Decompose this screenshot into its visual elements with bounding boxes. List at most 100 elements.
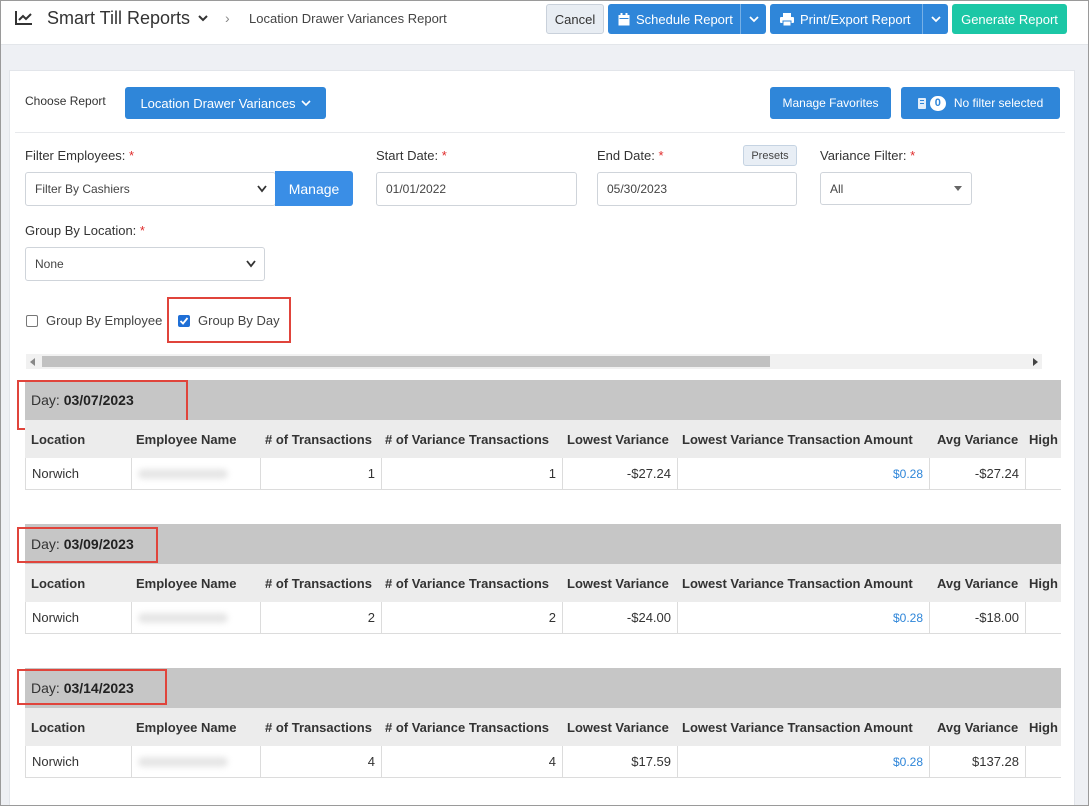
end-date-input[interactable]: 05/30/2023 [597, 172, 797, 206]
chevron-down-icon[interactable] [197, 12, 209, 24]
cell-variance-transactions: 1 [382, 458, 563, 489]
day-header: Day: 03/14/2023 [25, 668, 1061, 708]
chevron-down-icon [246, 260, 256, 268]
filter-icon [917, 97, 926, 109]
required-mark: * [139, 223, 145, 238]
column-header-transactions: # of Transactions [265, 720, 372, 735]
app-title: Smart Till Reports [47, 8, 191, 28]
filter-status-button[interactable]: 0 No filter selected [901, 87, 1060, 119]
table-row: Norwich 2 2 -$24.00 $0.28 -$18.00 [25, 602, 1061, 634]
group-by-location-select[interactable]: None [25, 247, 265, 281]
end-date-label: End Date: * [597, 148, 664, 163]
column-header-row: Location Employee Name # of Transactions… [25, 564, 1061, 602]
cell-location: Norwich [26, 458, 132, 489]
group-by-employee-checkbox[interactable]: Group By Employee [26, 313, 162, 328]
lowest-amount-link[interactable]: $0.28 [893, 611, 923, 625]
end-date-label-text: End Date: [597, 148, 655, 163]
filter-employees-select[interactable]: Filter By Cashiers [25, 172, 276, 206]
table-row: Norwich 1 1 -$27.24 $0.28 -$27.24 [25, 458, 1061, 490]
chevron-down-icon [748, 16, 759, 23]
required-mark: * [910, 148, 916, 163]
breadcrumb-separator-icon: › [225, 10, 230, 26]
column-header-location: Location [31, 432, 86, 447]
column-header-high: High [1029, 576, 1058, 591]
column-header-lowest-variance: Lowest Variance [567, 576, 669, 591]
cell-transactions: 2 [261, 602, 382, 633]
group-by-location-label-text: Group By Location: [25, 223, 137, 238]
print-export-label: Print/Export Report [800, 11, 911, 27]
redacted-name [138, 468, 228, 479]
cell-lowest-variance: $17.59 [563, 746, 678, 777]
column-header-avg-variance: Avg Variance [937, 576, 1019, 591]
lowest-amount-link[interactable]: $0.28 [893, 467, 923, 481]
column-header-lowest-variance: Lowest Variance [567, 720, 669, 735]
scroll-right-icon[interactable] [1033, 358, 1038, 366]
generate-report-button[interactable]: Generate Report [952, 4, 1067, 34]
cell-lowest-amount: $0.28 [678, 602, 930, 633]
cell-avg-variance: $137.28 [930, 746, 1026, 777]
column-header-row: Location Employee Name # of Transactions… [25, 708, 1061, 746]
highlight-box [17, 669, 167, 705]
column-header-lowest-amount: Lowest Variance Transaction Amount [682, 720, 913, 735]
manage-favorites-button[interactable]: Manage Favorites [770, 87, 891, 119]
group-by-location-label: Group By Location: * [25, 223, 145, 238]
cell-location: Norwich [26, 746, 132, 777]
caret-down-icon [954, 186, 962, 191]
cell-lowest-variance: -$24.00 [563, 602, 678, 633]
redacted-name [138, 612, 228, 623]
start-date-label-text: Start Date: [376, 148, 439, 163]
column-header-lowest-variance: Lowest Variance [567, 432, 669, 447]
app-window: Smart Till Reports › Location Drawer Var… [0, 0, 1089, 806]
start-date-input[interactable]: 01/01/2022 [376, 172, 577, 206]
column-header-location: Location [31, 720, 86, 735]
column-header-employee: Employee Name [136, 576, 237, 591]
selected-report-label: Location Drawer Variances [140, 95, 296, 111]
cell-transactions: 4 [261, 746, 382, 777]
day-section: Day: 03/07/2023 Location Employee Name #… [17, 380, 1061, 492]
cell-variance-transactions: 2 [382, 602, 563, 633]
choose-report-dropdown[interactable]: Location Drawer Variances [125, 87, 326, 119]
column-header-variance-transactions: # of Variance Transactions [385, 576, 550, 591]
required-mark: * [658, 148, 664, 163]
cell-location: Norwich [26, 602, 132, 633]
manage-employees-button[interactable]: Manage [275, 171, 353, 206]
cancel-button[interactable]: Cancel [546, 4, 604, 34]
cell-employee [132, 746, 261, 777]
column-header-avg-variance: Avg Variance [937, 720, 1019, 735]
scroll-left-icon[interactable] [30, 358, 35, 366]
column-header-avg-variance: Avg Variance [937, 432, 1019, 447]
day-header: Day: 03/09/2023 [25, 524, 1061, 564]
printer-icon [780, 12, 794, 26]
schedule-dropdown-toggle[interactable] [740, 4, 766, 34]
redacted-name [138, 756, 228, 767]
filter-employees-label: Filter Employees: * [25, 148, 134, 163]
cell-lowest-amount: $0.28 [678, 746, 930, 777]
checkbox-unchecked-icon[interactable] [26, 314, 38, 327]
scrollbar-thumb[interactable] [42, 356, 770, 367]
start-date-label: Start Date: * [376, 148, 447, 163]
column-header-employee: Employee Name [136, 432, 237, 447]
day-section: Day: 03/14/2023 Location Employee Name #… [17, 668, 1061, 780]
chevron-down-icon [300, 100, 311, 107]
cell-avg-variance: -$27.24 [930, 458, 1026, 489]
filter-status-label: No filter selected [953, 96, 1044, 110]
print-export-button[interactable]: Print/Export Report [770, 4, 948, 34]
cell-employee [132, 602, 261, 633]
filter-employees-value: Filter By Cashiers [35, 182, 130, 196]
column-header-transactions: # of Transactions [265, 432, 372, 447]
schedule-report-button[interactable]: Schedule Report [608, 4, 766, 34]
column-header-location: Location [31, 576, 86, 591]
cell-lowest-amount: $0.28 [678, 458, 930, 489]
cell-lowest-variance: -$27.24 [563, 458, 678, 489]
choose-report-label: Choose Report [25, 94, 106, 108]
variance-filter-select[interactable]: All [820, 172, 972, 205]
presets-button[interactable]: Presets [743, 145, 797, 166]
column-header-lowest-amount: Lowest Variance Transaction Amount [682, 432, 913, 447]
lowest-amount-link[interactable]: $0.28 [893, 755, 923, 769]
variance-filter-value: All [830, 181, 844, 196]
column-header-transactions: # of Transactions [265, 576, 372, 591]
print-dropdown-toggle[interactable] [922, 4, 948, 34]
column-header-high: High [1029, 720, 1058, 735]
horizontal-scrollbar[interactable] [26, 354, 1042, 369]
group-by-employee-label: Group By Employee [46, 313, 163, 328]
